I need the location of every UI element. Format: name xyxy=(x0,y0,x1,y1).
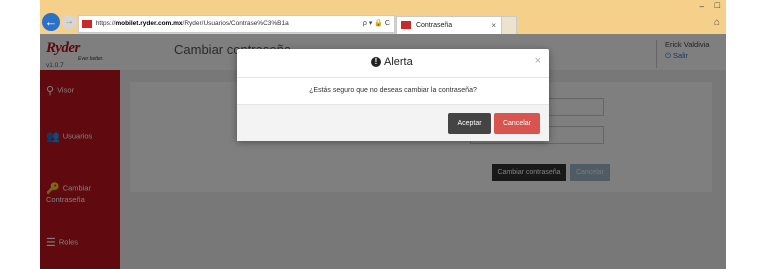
browser-titlebar: – □ ← → https://mobilet.ryder.com.mx/Ryd… xyxy=(40,0,726,35)
new-tab-button[interactable] xyxy=(501,16,517,35)
back-button[interactable]: ← xyxy=(42,13,60,31)
browser-window: – □ ← → https://mobilet.ryder.com.mx/Ryd… xyxy=(40,0,726,269)
site-favicon-icon xyxy=(82,20,92,28)
forward-button[interactable]: → xyxy=(62,15,76,29)
maximize-icon[interactable]: □ xyxy=(715,0,720,10)
minimize-icon[interactable]: – xyxy=(700,2,704,11)
dialog-title-text: Alerta xyxy=(384,56,413,68)
alert-dialog: ! Alerta × ¿Estás seguro que no deseas ca… xyxy=(237,49,549,141)
address-tools[interactable]: ρ ▾ 🔒 C xyxy=(363,16,390,32)
address-bar[interactable]: https://mobilet.ryder.com.mx/Ryder/Usuar… xyxy=(78,15,395,33)
tab-title: Contraseña xyxy=(415,22,453,29)
exclamation-icon: ! xyxy=(371,57,381,67)
tab-favicon-icon xyxy=(401,21,411,30)
url-text: https://mobilet.ryder.com.mx/Ryder/Usuar… xyxy=(95,20,289,27)
tab-close-icon[interactable]: × xyxy=(491,17,496,34)
cancel-button[interactable]: Cancelar xyxy=(494,113,540,134)
dialog-header: ! Alerta × xyxy=(237,49,549,78)
dialog-title: ! Alerta xyxy=(371,56,413,68)
home-icon[interactable]: ⌂ xyxy=(714,17,720,28)
dialog-footer: Aceptar Cancelar xyxy=(237,104,549,141)
close-icon[interactable]: × xyxy=(535,55,541,67)
accept-button[interactable]: Aceptar xyxy=(448,113,491,134)
dialog-message: ¿Estás seguro que no deseas cambiar la c… xyxy=(309,87,477,94)
browser-tab[interactable]: Contraseña × xyxy=(396,16,502,35)
